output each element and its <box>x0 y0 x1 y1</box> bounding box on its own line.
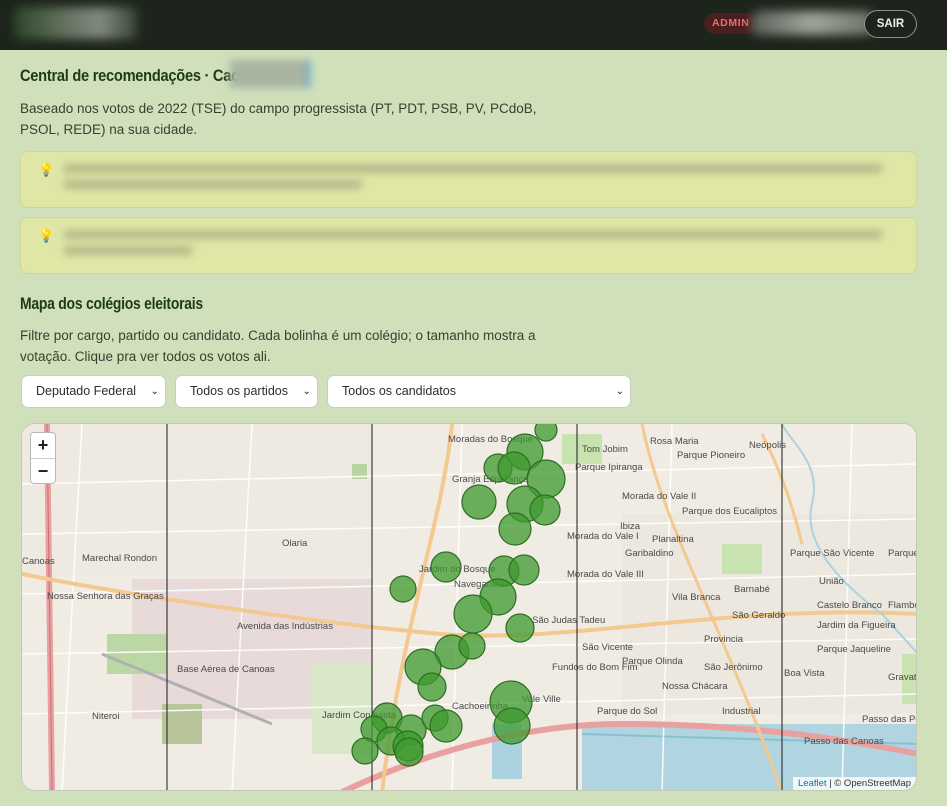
recommendation-card: 💡 <box>20 151 917 208</box>
candidato-select[interactable]: Todos os candidatos ⌄ <box>327 375 631 408</box>
polling-station-marker[interactable] <box>498 512 532 546</box>
zoom-in-button[interactable]: + <box>31 433 55 458</box>
polling-station-marker[interactable] <box>493 707 531 745</box>
map-section-title: Mapa dos colégios eleitorais <box>20 294 203 313</box>
map-place-label: Provincia <box>704 634 744 645</box>
logout-button[interactable]: SAIR <box>864 10 917 38</box>
map-place-label: Olaria <box>282 538 308 549</box>
cargo-select-value: Deputado Federal <box>36 384 137 398</box>
map-place-label: São Jerônimo <box>704 662 763 673</box>
polling-station-marker[interactable] <box>461 484 497 520</box>
map-place-label: Jardim da Figueira <box>817 620 896 631</box>
map-place-label: União <box>819 576 844 587</box>
chevron-down-icon: ⌄ <box>615 386 624 397</box>
polling-station-marker[interactable] <box>508 554 540 586</box>
polling-station-marker[interactable] <box>429 709 463 743</box>
polling-station-marker[interactable] <box>534 424 558 442</box>
polling-stations-map[interactable]: Moradas do Bosque Tom Jobim Rosa Maria Parq… <box>21 423 917 791</box>
polling-station-marker[interactable] <box>389 575 417 603</box>
partido-select[interactable]: Todos os partidos ⌄ <box>175 375 318 408</box>
partido-select-value: Todos os partidos <box>190 384 288 398</box>
map-place-label: Nossa Senhora das Graças <box>47 591 164 602</box>
chevron-down-icon: ⌄ <box>302 386 311 397</box>
page-title: Central de recomendações · Cac <box>20 66 239 85</box>
top-bar: ADMIN SAIR <box>0 0 947 50</box>
map-place-label: Gravataí <box>888 672 917 683</box>
map-place-label: Boa Vista <box>784 668 825 679</box>
map-place-label: Niteroi <box>92 711 119 722</box>
polling-station-marker[interactable] <box>497 451 531 485</box>
map-place-label: Base Aérea de Canoas <box>177 664 275 675</box>
map-place-label: Parque do Búzios <box>888 548 917 559</box>
map-place-label: Morada do Vale II <box>622 491 696 502</box>
polling-station-marker[interactable] <box>351 737 379 765</box>
recommendation-text <box>63 164 883 173</box>
map-place-label: Parque São Vicente <box>790 548 874 559</box>
map-place-label: São Vicente <box>582 642 633 653</box>
map-place-label: Parque Ipiranga <box>575 462 643 473</box>
map-place-label: Garibaldino <box>625 548 674 559</box>
lightbulb-icon: 💡 <box>38 228 55 243</box>
map-place-label: Avenida das Indústrias <box>237 621 333 632</box>
recommendation-text <box>63 246 193 255</box>
city-name <box>230 60 310 88</box>
map-attribution: Leaflet | © OpenStreetMap <box>793 777 916 790</box>
polling-station-marker[interactable] <box>458 632 486 660</box>
map-place-label: Canoas <box>22 556 55 567</box>
polling-station-marker[interactable] <box>430 551 462 583</box>
map-place-label: São Geraldo <box>732 610 785 621</box>
map-place-label: Fundos do Bom Fim <box>552 662 638 673</box>
map-section-description: Filtre por cargo, partido ou candidato. … <box>20 328 536 364</box>
map-place-label: Nossa Chácara <box>662 681 728 692</box>
map-place-label: Planaltina <box>652 534 694 545</box>
map-place-label: Vila Branca <box>672 592 721 603</box>
zoom-control: + − <box>30 432 56 484</box>
polling-station-marker[interactable] <box>453 594 493 634</box>
map-place-label: Neópolis <box>749 440 786 451</box>
app-logo[interactable] <box>14 7 138 39</box>
recommendation-text <box>63 230 883 239</box>
map-place-label: Morada do Vale III <box>567 569 644 580</box>
user-name <box>752 11 872 35</box>
map-place-label: Castelo Branco <box>817 600 882 611</box>
map-place-label: Rosa Maria <box>650 436 699 447</box>
map-place-label: Parque Pioneiro <box>677 450 745 461</box>
map-place-label: Industrial <box>722 706 761 717</box>
map-place-label: Passo das Canoas <box>804 736 884 747</box>
leaflet-link[interactable]: Leaflet <box>798 778 827 789</box>
map-place-label: Flambo <box>888 600 917 611</box>
polling-station-marker[interactable] <box>417 672 447 702</box>
map-place-label: Parque do Sol <box>597 706 657 717</box>
polling-station-marker[interactable] <box>529 494 561 526</box>
map-place-label: Passo das Pedras <box>862 714 917 725</box>
admin-badge: ADMIN <box>704 13 758 34</box>
map-place-label: Parque Jaqueline <box>817 644 891 655</box>
polling-station-marker[interactable] <box>505 613 535 643</box>
map-place-label: Marechal Rondon <box>82 553 157 564</box>
map-place-label: Morada do Vale I <box>567 531 639 542</box>
osm-attribution[interactable]: | © OpenStreetMap <box>827 778 911 789</box>
recommendation-text <box>63 180 363 189</box>
cargo-select[interactable]: Deputado Federal ⌄ <box>21 375 166 408</box>
map-place-label: Barnabé <box>734 584 770 595</box>
candidato-select-value: Todos os candidatos <box>342 384 456 398</box>
chevron-down-icon: ⌄ <box>150 386 159 397</box>
recommendation-card: 💡 <box>20 217 917 274</box>
map-place-label: Tom Jobim <box>582 444 628 455</box>
zoom-out-button[interactable]: − <box>31 458 55 483</box>
map-place-label: São Judas Tadeu <box>532 615 605 626</box>
map-tiles[interactable]: Moradas do BosqueTom JobimRosa MariaParq… <box>22 424 917 791</box>
intro-text: Baseado nos votos de 2022 (TSE) do campo… <box>20 101 537 137</box>
map-place-label: Parque dos Eucaliptos <box>682 506 777 517</box>
lightbulb-icon: 💡 <box>38 162 55 177</box>
polling-station-marker[interactable] <box>394 737 424 767</box>
